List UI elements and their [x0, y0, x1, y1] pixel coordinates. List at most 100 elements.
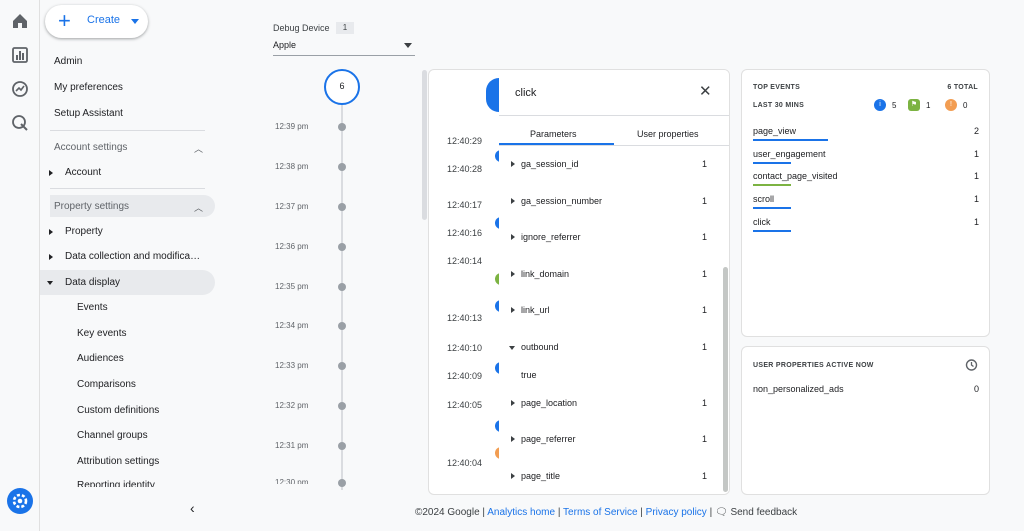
event-value: 1 [973, 171, 979, 181]
seconds-stream-card: 12:40:29 12:40:28 12:40:17 12:40:16 12:40:14… [428, 69, 730, 495]
detail-scrollbar[interactable] [723, 267, 728, 492]
user-property-row[interactable]: non_personalized_ads 0 [753, 383, 979, 401]
param-row[interactable]: page_location 1 [499, 397, 721, 413]
explore-icon[interactable] [10, 79, 30, 99]
tab-parameters[interactable]: Parameters [530, 129, 577, 139]
debug-device-select[interactable]: Apple [273, 38, 415, 56]
param-value: 1 [701, 398, 707, 408]
nav-channel-groups[interactable]: Channel groups [77, 430, 148, 441]
debug-device-label: Debug Device [273, 23, 330, 33]
top-event-row[interactable]: scroll 1 [753, 193, 979, 211]
top-events-title: TOP EVENTS [753, 84, 801, 91]
nav-reporting-identity[interactable]: Reporting identity [77, 480, 155, 487]
nav-account[interactable]: Account [65, 167, 101, 178]
create-label: Create [87, 14, 121, 26]
param-value: 1 [701, 232, 707, 242]
nav-data-collection[interactable]: Data collection and modifica… [65, 251, 200, 262]
nav-data-display[interactable]: Data display [65, 277, 120, 288]
second-time-label: 12:40:05 [447, 400, 483, 410]
nav-key-events[interactable]: Key events [77, 328, 126, 339]
nav-property[interactable]: Property [65, 226, 103, 237]
second-time-label: 12:40:13 [447, 313, 483, 323]
active-tab-indicator [499, 143, 614, 145]
nav-custom-definitions[interactable]: Custom definitions [77, 405, 159, 416]
reports-icon[interactable] [10, 45, 30, 65]
close-icon[interactable]: ✕ [699, 84, 712, 99]
event-value: 1 [973, 194, 979, 204]
divider [499, 115, 729, 116]
nav-admin[interactable]: Admin [54, 56, 82, 67]
history-icon[interactable] [964, 358, 978, 372]
second-time-label: 12:40:28 [447, 164, 483, 174]
home-icon[interactable] [10, 11, 30, 31]
flag-icon: ⚑ [908, 99, 920, 111]
minute-dot[interactable] [338, 402, 346, 410]
param-row[interactable]: page_title 1 [499, 470, 721, 486]
user-properties-title: USER PROPERTIES ACTIVE NOW [753, 362, 874, 369]
second-time-label: 12:40:14 [447, 256, 483, 266]
minute-dot[interactable] [338, 322, 346, 330]
copyright: ©2024 Google [415, 507, 480, 518]
minute-dot[interactable] [338, 479, 346, 487]
expand-icon[interactable] [49, 254, 53, 260]
collapse-icon[interactable] [47, 281, 53, 285]
tab-user-properties[interactable]: User properties [637, 129, 699, 139]
param-row[interactable]: ignore_referrer 1 [499, 231, 721, 247]
expand-icon [511, 198, 515, 204]
property-settings-label: Property settings [54, 201, 130, 212]
nav-my-preferences[interactable]: My preferences [54, 82, 123, 93]
param-row[interactable]: ga_session_number 1 [499, 195, 721, 211]
event-name: click [753, 217, 771, 227]
minute-dot[interactable] [338, 123, 346, 131]
param-row[interactable]: link_domain 1 [499, 268, 721, 284]
expand-icon [511, 234, 515, 240]
param-row[interactable]: ga_session_id 1 [499, 158, 721, 174]
top-event-row[interactable]: contact_page_visited 1 [753, 170, 979, 188]
minute-dot[interactable] [338, 442, 346, 450]
minute-dot[interactable] [338, 362, 346, 370]
top-event-row[interactable]: click 1 [753, 216, 979, 234]
create-button[interactable]: + Create [45, 5, 148, 38]
param-row[interactable]: link_url 1 [499, 304, 721, 320]
param-row[interactable]: page_referrer 1 [499, 433, 721, 449]
timeline-scrollbar[interactable] [422, 70, 427, 220]
event-name: contact_page_visited [753, 171, 838, 181]
top-event-row[interactable]: user_engagement 1 [753, 148, 979, 166]
privacy-link[interactable]: Privacy policy [646, 507, 707, 518]
property-settings-header[interactable]: Property settings ︿ [50, 195, 215, 217]
minute-dot[interactable] [338, 243, 346, 251]
collapse-nav-chevron-icon[interactable]: ‹ [190, 500, 195, 516]
account-settings-header[interactable]: Account settings ︿ [50, 136, 215, 158]
nav-audiences[interactable]: Audiences [77, 353, 124, 364]
analytics-home-link[interactable]: Analytics home [487, 507, 555, 518]
minute-dot[interactable] [338, 203, 346, 211]
nav-attribution-settings[interactable]: Attribution settings [77, 456, 159, 467]
event-value: 2 [973, 126, 979, 136]
minute-time-label: 12:34 pm [275, 321, 309, 330]
minutes-total-circle[interactable]: 6 [324, 69, 360, 105]
param-row-expanded[interactable]: outbound 1 [499, 341, 721, 357]
top-events-total: 6 TOTAL [947, 84, 978, 91]
minute-dot[interactable] [338, 163, 346, 171]
plus-icon: + [58, 8, 71, 33]
send-feedback-link[interactable]: Send feedback [730, 507, 797, 518]
debug-device-value: Apple [273, 40, 297, 50]
minute-dot[interactable] [338, 283, 346, 291]
param-value: 1 [701, 342, 707, 352]
param-key: page_referrer [521, 434, 576, 444]
event-icon: i [874, 99, 886, 111]
advertising-icon[interactable] [10, 113, 30, 133]
dropdown-arrow-icon [404, 43, 412, 48]
top-event-row[interactable]: page_view 2 [753, 125, 979, 143]
terms-link[interactable]: Terms of Service [563, 507, 637, 518]
nav-setup-assistant[interactable]: Setup Assistant [54, 108, 123, 119]
expand-icon[interactable] [49, 229, 53, 235]
nav-events[interactable]: Events [77, 302, 108, 313]
expand-icon[interactable] [49, 170, 53, 176]
param-subvalue: true [521, 370, 537, 380]
expand-icon [511, 161, 515, 167]
nav-comparisons[interactable]: Comparisons [77, 379, 136, 390]
minute-time-label: 12:36 pm [275, 242, 309, 251]
minute-time-label: 12:37 pm [275, 202, 309, 211]
admin-settings-button[interactable] [7, 488, 33, 514]
